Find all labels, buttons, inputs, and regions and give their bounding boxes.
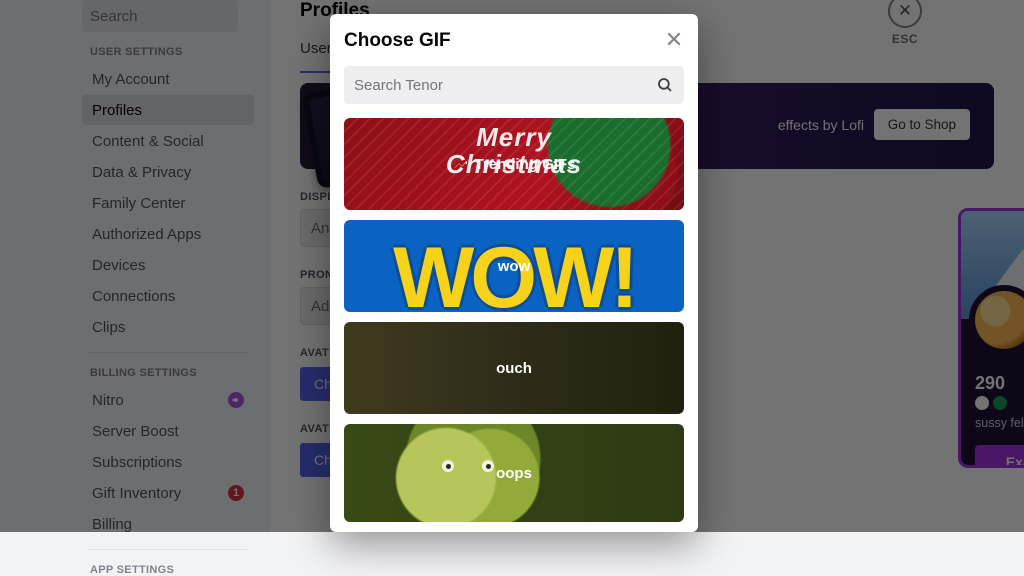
gif-tile-label: wow [498, 258, 531, 275]
modal-title: Choose GIF [344, 30, 684, 52]
gif-tile-trending[interactable]: Merry Christmas Trending GIFs [344, 118, 684, 210]
gif-category-list: Merry Christmas Trending GIFs WOW! wow o… [344, 118, 684, 522]
section-header-app-settings: APP SETTINGS [90, 564, 254, 576]
gif-tile-label: ouch [496, 360, 532, 377]
gif-tile-label: Trending GIFs [475, 156, 576, 173]
search-icon [656, 76, 674, 94]
gif-tile-label: oops [496, 465, 532, 482]
gif-search-input[interactable] [354, 77, 648, 94]
gif-tile-oops[interactable]: oops [344, 424, 684, 522]
modal-close-button[interactable]: ✕ [662, 28, 686, 52]
gif-search[interactable] [344, 66, 684, 104]
choose-gif-modal: Choose GIF ✕ Merry Christmas Trending GI… [330, 14, 698, 532]
sidebar-divider [88, 549, 248, 550]
trending-icon [453, 156, 469, 172]
gif-tile-ouch[interactable]: ouch [344, 322, 684, 414]
gif-tile-wow[interactable]: WOW! wow [344, 220, 684, 312]
